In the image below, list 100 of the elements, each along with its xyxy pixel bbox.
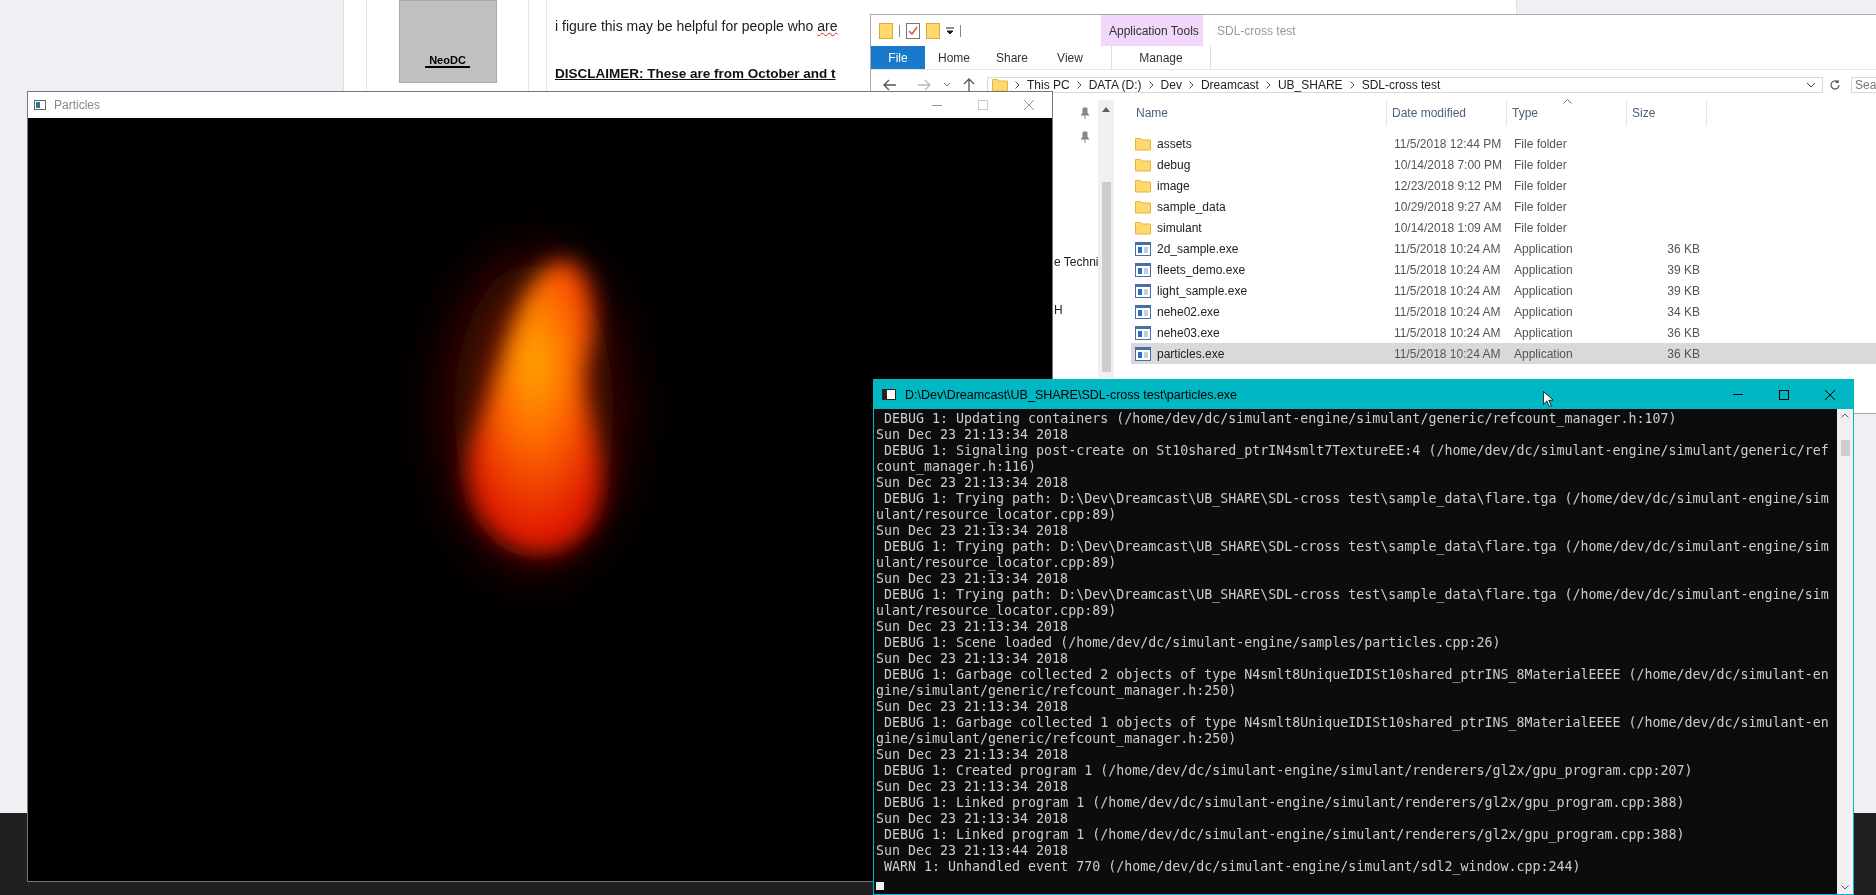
console-line: DEBUG 1: Linked program 1 (/home/dev/dc/simulant-engine/simulant/renderers/gl2x/gpu_program.cpp:388) bbox=[883, 827, 1686, 843]
file-size: 39 KB bbox=[1666, 283, 1701, 298]
scroll-up-icon[interactable] bbox=[1102, 107, 1111, 112]
console-line: DEBUG 1: Trying path: D:\Dev\Dreamcast\UB_SHARE\SDL-cross test\sample_data\flare.tga (/home/dev/dc/simulant-engine/simulant/resource_locator.cpp:89) bbox=[876, 491, 1830, 523]
minimize-icon bbox=[1733, 394, 1743, 395]
folder-icon bbox=[879, 22, 893, 39]
file-name: 2d_sample.exe bbox=[1131, 241, 1387, 256]
folder-icon bbox=[1135, 136, 1151, 151]
folder-icon bbox=[1135, 220, 1151, 235]
date-modified: 10/29/2018 9:27 AM bbox=[1393, 199, 1503, 214]
text-cursor bbox=[876, 882, 884, 890]
chevron-icon bbox=[1076, 81, 1082, 89]
console-icon bbox=[882, 389, 896, 400]
console-line: WARN 1: Unhandled event 770 (/home/dev/dc/simulant-engine/simulant/sdl2_window.cpp:244) bbox=[883, 859, 1582, 875]
file-name: light_sample.exe bbox=[1131, 283, 1387, 298]
console-line: DEBUG 1: Created program 1 (/home/dev/dc/simulant-engine/simulant/renderers/gl2x/gpu_program.cpp:207) bbox=[883, 763, 1694, 779]
window-title: SDL-cross test bbox=[1216, 22, 1296, 40]
file-row[interactable]: fleets_demo.exe 11/5/2018 10:24 AM Application 39 KB bbox=[1131, 259, 1876, 280]
console-line: Sun Dec 23 21:13:34 2018 bbox=[876, 619, 1070, 635]
breadcrumb-item[interactable]: This PC bbox=[1027, 79, 1070, 91]
search-field[interactable]: Sea bbox=[1851, 77, 1876, 93]
date-modified: 10/14/2018 7:00 PM bbox=[1393, 157, 1504, 172]
console-line: DEBUG 1: Garbage collected 2 objects of type N4smlt8UniqueIDISt10shared_ptrINS_8MaterialEEEE (/home/dev/dc/simulant-engine/simulant/generic/refcount_manager.h:250) bbox=[876, 667, 1830, 699]
navigation-item[interactable]: e Techni bbox=[1054, 255, 1099, 269]
up-arrow-icon[interactable] bbox=[963, 78, 975, 92]
scrollbar-thumb[interactable] bbox=[1102, 182, 1111, 372]
ribbon-tab[interactable]: Manage bbox=[1111, 46, 1211, 69]
application-icon bbox=[1135, 304, 1151, 319]
console-line: Sun Dec 23 21:13:34 2018 bbox=[876, 747, 1070, 763]
file-row[interactable]: light_sample.exe 11/5/2018 10:24 AM Application 39 KB bbox=[1131, 280, 1876, 301]
console-line: Sun Dec 23 21:13:34 2018 bbox=[876, 699, 1070, 715]
context-tab-header: Application Tools bbox=[1101, 15, 1203, 46]
folder-icon bbox=[1135, 178, 1151, 193]
file-type: Application bbox=[1513, 262, 1574, 277]
file-row[interactable]: simulant 10/14/2018 1:09 AM File folder bbox=[1131, 217, 1876, 238]
file-name: particles.exe bbox=[1131, 346, 1387, 361]
dropdown-icon[interactable] bbox=[946, 26, 954, 35]
window-title: Particles bbox=[54, 98, 100, 112]
application-icon bbox=[1135, 283, 1151, 298]
console-line: Sun Dec 23 21:13:34 2018 bbox=[876, 523, 1070, 539]
address-bar[interactable]: This PC DATA (D:) Dev Dreamcast UB_SHARE SDL-cross test bbox=[987, 77, 1823, 93]
caret-icon[interactable] bbox=[943, 82, 951, 88]
breadcrumb-item[interactable]: DATA (D:) bbox=[1088, 79, 1142, 91]
pin-icon[interactable] bbox=[1080, 107, 1091, 119]
file-row[interactable]: debug 10/14/2018 7:00 PM File folder bbox=[1131, 154, 1876, 175]
file-name: fleets_demo.exe bbox=[1131, 262, 1387, 277]
breadcrumb-item[interactable]: UB_SHARE bbox=[1277, 79, 1343, 91]
file-row[interactable]: nehe03.exe 11/5/2018 10:24 AM Application 36 KB bbox=[1131, 322, 1876, 343]
back-arrow-icon[interactable] bbox=[883, 79, 897, 91]
navigation-item[interactable]: H bbox=[1054, 303, 1063, 317]
scrollbar[interactable] bbox=[1098, 100, 1115, 378]
caret-icon[interactable] bbox=[1806, 82, 1816, 88]
file-name: nehe03.exe bbox=[1131, 325, 1387, 340]
file-row[interactable]: nehe02.exe 11/5/2018 10:24 AM Application 34 KB bbox=[1131, 301, 1876, 322]
pin-icon[interactable] bbox=[1080, 131, 1091, 143]
application-icon bbox=[1135, 346, 1151, 361]
scroll-up-icon[interactable] bbox=[1841, 413, 1850, 418]
file-row[interactable]: sample_data 10/29/2018 9:27 AM File folder bbox=[1131, 196, 1876, 217]
chevron-icon bbox=[1349, 81, 1355, 89]
console-line: DEBUG 1: Updating containers (/home/dev/dc/simulant-engine/simulant/generic/refcount_manager.h:107) bbox=[883, 411, 1678, 427]
application-icon bbox=[1135, 325, 1151, 340]
breadcrumb-item[interactable]: SDL-cross test bbox=[1361, 79, 1441, 91]
console-line: Sun Dec 23 21:13:34 2018 bbox=[876, 571, 1070, 587]
file-name: simulant bbox=[1131, 220, 1387, 235]
file-type: Application bbox=[1513, 283, 1574, 298]
file-type: Application bbox=[1513, 241, 1574, 256]
scrollbar[interactable] bbox=[1836, 409, 1853, 894]
file-name: image bbox=[1131, 178, 1387, 193]
file-row[interactable]: image 12/23/2018 9:12 PM File folder bbox=[1131, 175, 1876, 196]
checklist-icon[interactable] bbox=[906, 22, 920, 39]
console-line: Sun Dec 23 21:13:34 2018 bbox=[876, 651, 1070, 667]
file-row[interactable]: assets 11/5/2018 12:44 PM File folder bbox=[1131, 133, 1876, 154]
date-modified: 11/5/2018 10:24 AM bbox=[1393, 304, 1502, 319]
breadcrumb-item[interactable]: Dreamcast bbox=[1200, 79, 1259, 91]
file-row[interactable]: particles.exe 11/5/2018 10:24 AM Application 36 KB bbox=[1131, 343, 1876, 364]
refresh-icon[interactable] bbox=[1829, 79, 1841, 91]
date-modified: 11/5/2018 10:24 AM bbox=[1393, 262, 1502, 277]
file-name: nehe02.exe bbox=[1131, 304, 1387, 319]
console-line: DEBUG 1: Signaling post-create on St10shared_ptrIN4smlt7TextureEE:4 (/home/dev/dc/simulant-engine/simulant/generic/refcount_manager.h:116) bbox=[876, 443, 1830, 475]
scroll-down-icon[interactable] bbox=[1841, 885, 1850, 890]
file-type: File folder bbox=[1513, 220, 1568, 235]
chevron-icon bbox=[1188, 81, 1194, 89]
file-type: Application bbox=[1513, 304, 1574, 319]
close-icon bbox=[1024, 100, 1034, 110]
scrollbar-thumb[interactable] bbox=[1840, 440, 1850, 456]
console-line: DEBUG 1: Scene loaded (/home/dev/dc/simulant-engine/samples/particles.cpp:26) bbox=[883, 635, 1502, 651]
breadcrumb-item[interactable]: Dev bbox=[1160, 79, 1182, 91]
application-icon bbox=[1135, 262, 1151, 277]
folder-icon bbox=[1135, 199, 1151, 214]
file-type: File folder bbox=[1513, 136, 1568, 151]
maximize-icon bbox=[978, 100, 988, 110]
post-text: i figure this may be helpful for people who are bbox=[555, 18, 838, 34]
file-type: Application bbox=[1513, 346, 1574, 361]
file-type: File folder bbox=[1513, 157, 1568, 172]
file-size: 36 KB bbox=[1666, 325, 1701, 340]
minimize-icon bbox=[932, 104, 942, 106]
file-row[interactable]: 2d_sample.exe 11/5/2018 10:24 AM Application 36 KB bbox=[1131, 238, 1876, 259]
ribbon-tab[interactable]: File bbox=[871, 46, 925, 69]
maximize-icon bbox=[1779, 389, 1789, 400]
date-modified: 11/5/2018 12:44 PM bbox=[1393, 136, 1503, 151]
